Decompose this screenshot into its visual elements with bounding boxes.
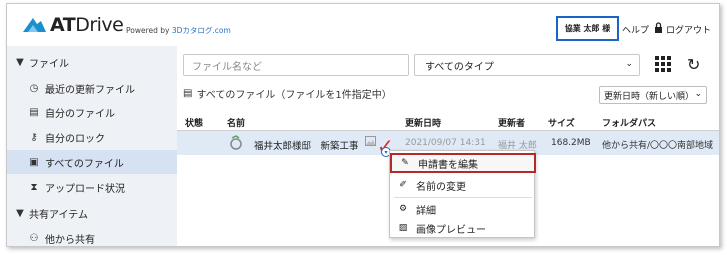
app-logo[interactable]: ATDrive <box>19 14 124 36</box>
powered-by: Powered by 3Dカタログ.com <box>126 25 231 36</box>
pencil-icon: ✐ <box>399 180 407 190</box>
sidebar-item-my-files[interactable]: ▤ 自分のファイル <box>7 100 177 124</box>
sidebar-item-label: 自分のファイル <box>45 108 115 120</box>
context-menu: ✎ 申請書を編集 ✐ 名前の変更 ⚙ 詳細 ▨ 画像プレビュー <box>389 150 536 238</box>
file-type-icon <box>229 135 243 154</box>
menu-item-details[interactable]: ⚙ 詳細 <box>390 199 536 219</box>
powered-by-label: Powered by <box>126 26 170 35</box>
list-title: すべてのファイル（ファイルを1件指定中） <box>196 90 392 101</box>
chevron-down-icon: ⌄ <box>625 59 633 69</box>
grid-view-icon[interactable] <box>655 56 671 72</box>
search-input[interactable]: ファイル名など <box>183 54 409 76</box>
column-header-name[interactable]: 名前 <box>227 116 245 129</box>
edit-icon: ✎ <box>401 158 409 168</box>
sidebar: ▼ ファイル ◷ 最近の更新ファイル ▤ 自分のファイル ⚷ 自分のロック ▣ … <box>7 46 177 246</box>
user-name-button[interactable]: 協業 太郎 様 <box>556 16 619 41</box>
sidebar-item-recent[interactable]: ◷ 最近の更新ファイル <box>7 76 177 100</box>
powered-by-link[interactable]: 3Dカタログ.com <box>172 26 231 35</box>
file-size: 168.2MB <box>551 138 591 148</box>
header: ATDrive Powered by 3Dカタログ.com 協業 太郎 様 ヘル… <box>7 4 719 46</box>
menu-item-image-preview[interactable]: ▨ 画像プレビュー <box>390 218 536 238</box>
column-header-folder[interactable]: フォルダパス <box>602 116 656 129</box>
lock-icon <box>654 22 663 36</box>
caret-down-icon: ▼ <box>16 207 24 219</box>
list-header: ▤ すべてのファイル（ファイルを1件指定中） <box>183 86 392 101</box>
documents-icon: ▣ <box>29 156 39 168</box>
column-header-size[interactable]: サイズ <box>548 116 575 129</box>
menu-item-edit-application[interactable]: ✎ 申請書を編集 <box>390 153 536 173</box>
file-updated: 2021/09/07 14:31 <box>405 138 486 148</box>
menu-item-label: 申請書を編集 <box>418 159 478 171</box>
sidebar-item-label: 最近の更新ファイル <box>45 84 135 96</box>
image-icon: ▨ <box>398 223 408 233</box>
chevron-down-icon: ⌄ <box>694 89 702 99</box>
main-panel: ファイル名など すべてのタイプ ⌄ ↻ ▤ すべてのファイル（ファイルを1件指定… <box>177 46 719 246</box>
people-icon: ⚇ <box>29 232 39 244</box>
sidebar-item-label: アップロード状況 <box>45 183 125 195</box>
menu-item-label: 詳細 <box>416 205 436 217</box>
sidebar-item-all-files[interactable]: ▣ すべてのファイル <box>7 150 177 174</box>
app-window: ATDrive Powered by 3Dカタログ.com 協業 太郎 様 ヘル… <box>6 3 720 247</box>
type-filter-select[interactable]: すべてのタイプ ⌄ <box>414 54 640 76</box>
key-icon: ⚷ <box>30 131 38 143</box>
sidebar-item-my-locks[interactable]: ⚷ 自分のロック <box>7 125 177 149</box>
logout-label: ログアウト <box>666 25 712 36</box>
refresh-icon[interactable]: ↻ <box>687 55 700 74</box>
cloud-icon <box>19 16 47 34</box>
column-header-status[interactable]: 状態 <box>185 116 203 129</box>
column-header-updated[interactable]: 更新日時 <box>405 116 441 129</box>
clock-icon: ◷ <box>29 82 39 94</box>
hourglass-icon: ⧗ <box>30 181 38 193</box>
logo-bold: AT <box>50 14 76 36</box>
sidebar-item-label: 自分のロック <box>45 133 105 145</box>
sidebar-item-label: ファイル <box>29 58 69 70</box>
document-icon: ▤ <box>29 106 39 118</box>
sidebar-section-files[interactable]: ▼ ファイル <box>7 50 177 74</box>
menu-divider <box>394 197 532 198</box>
file-folder: 他から共有/〇〇〇南部地域 <box>602 141 714 151</box>
column-header-updater[interactable]: 更新者 <box>498 116 525 129</box>
help-link[interactable]: ヘルプ <box>622 23 649 36</box>
logo-rest: Drive <box>75 14 124 36</box>
sidebar-item-upload-status[interactable]: ⧗ アップロード状況 <box>7 175 177 199</box>
sidebar-item-label: 他から共有 <box>45 234 95 246</box>
menu-item-label: 画像プレビュー <box>416 224 486 236</box>
documents-icon: ▤ <box>183 88 193 99</box>
sidebar-item-label: 共有アイテム <box>29 209 88 221</box>
gear-icon: ⚙ <box>398 204 408 214</box>
type-filter-value: すべてのタイプ <box>425 61 494 73</box>
image-thumbnail-icon <box>365 136 376 149</box>
sidebar-item-label: すべてのファイル <box>45 158 124 170</box>
sidebar-item-shared-from-others[interactable]: ⚇ 他から共有 <box>7 226 177 246</box>
logout-button[interactable]: ログアウト <box>654 22 711 36</box>
menu-item-rename[interactable]: ✐ 名前の変更 <box>390 175 536 195</box>
sidebar-section-shared[interactable]: ▼ 共有アイテム <box>7 201 177 225</box>
sort-value: 更新日時（新しい順） <box>604 91 695 102</box>
file-name[interactable]: 福井太郎様邸 新築工事 <box>254 138 359 152</box>
menu-item-label: 名前の変更 <box>416 181 466 193</box>
sort-select[interactable]: 更新日時（新しい順） ⌄ <box>599 86 707 104</box>
caret-down-icon: ▼ <box>16 56 24 68</box>
